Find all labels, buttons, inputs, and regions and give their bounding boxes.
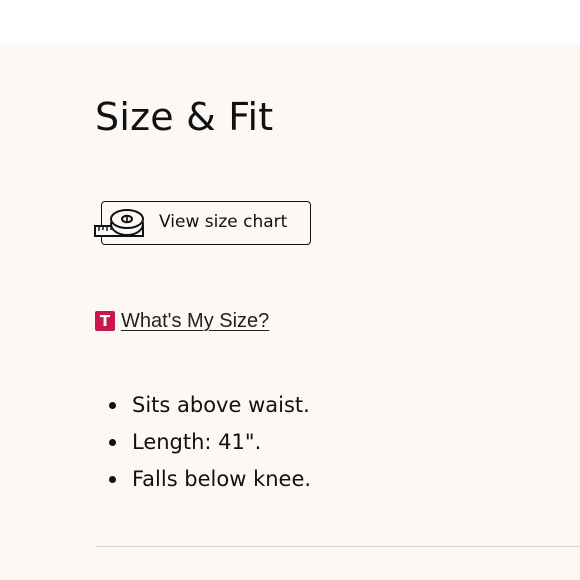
true-fit-badge-icon: T bbox=[95, 311, 115, 331]
bullet-icon bbox=[109, 439, 116, 446]
whats-my-size-row[interactable]: T What's My Size? bbox=[95, 309, 269, 333]
list-item-text: Sits above waist. bbox=[132, 393, 310, 417]
list-item: Falls below knee. bbox=[105, 461, 311, 498]
fit-details-list: Sits above waist. Length: 41". Falls bel… bbox=[105, 387, 311, 498]
bullet-icon bbox=[109, 402, 116, 409]
view-size-chart-label: View size chart bbox=[159, 212, 288, 232]
bullet-icon bbox=[109, 476, 116, 483]
list-item-text: Length: 41". bbox=[132, 430, 262, 454]
top-bar bbox=[0, 0, 580, 44]
page-title: Size & Fit bbox=[95, 95, 274, 139]
list-item: Length: 41". bbox=[105, 424, 311, 461]
size-fit-panel bbox=[0, 44, 580, 580]
section-divider bbox=[95, 546, 580, 547]
list-item: Sits above waist. bbox=[105, 387, 311, 424]
whats-my-size-link[interactable]: What's My Size? bbox=[121, 310, 269, 333]
list-item-text: Falls below knee. bbox=[132, 467, 312, 491]
measuring-tape-icon bbox=[94, 209, 144, 237]
